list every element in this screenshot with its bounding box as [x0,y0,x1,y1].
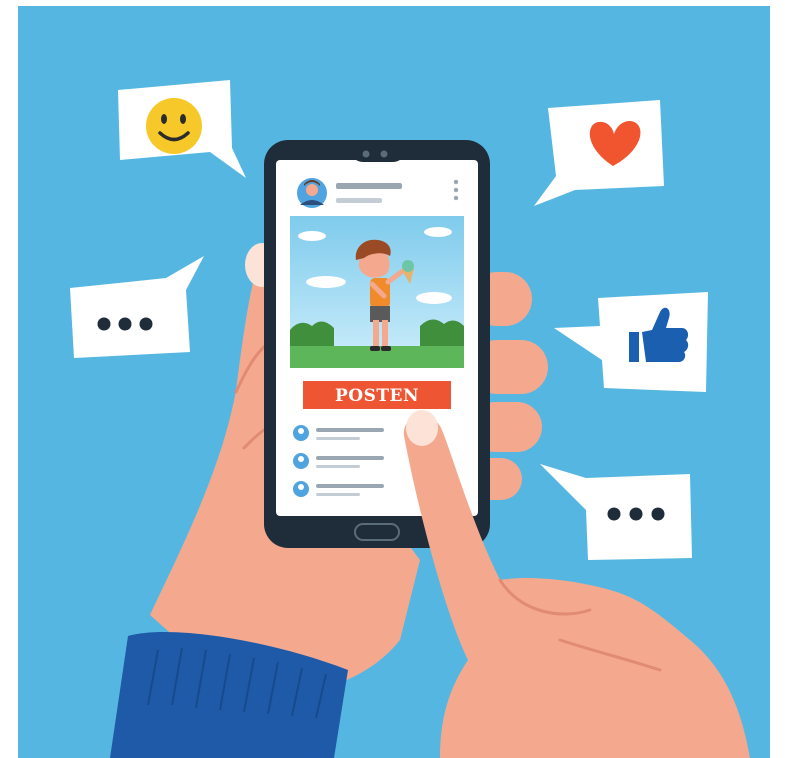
post-image [290,216,464,368]
more-options-icon[interactable] [453,179,459,201]
ellipsis-icon [607,507,665,521]
social-media-illustration: POSTEN [0,0,785,758]
placeholder-line [336,198,382,203]
placeholder-line [336,183,402,189]
phone-notch [352,140,404,162]
smiley-face-icon [146,98,202,154]
post-button-label: POSTEN [335,386,419,406]
ellipsis-icon [97,317,153,331]
illustration-canvas: POSTEN [0,0,785,758]
post-button[interactable]: POSTEN [303,381,451,409]
fingernail [406,410,438,446]
